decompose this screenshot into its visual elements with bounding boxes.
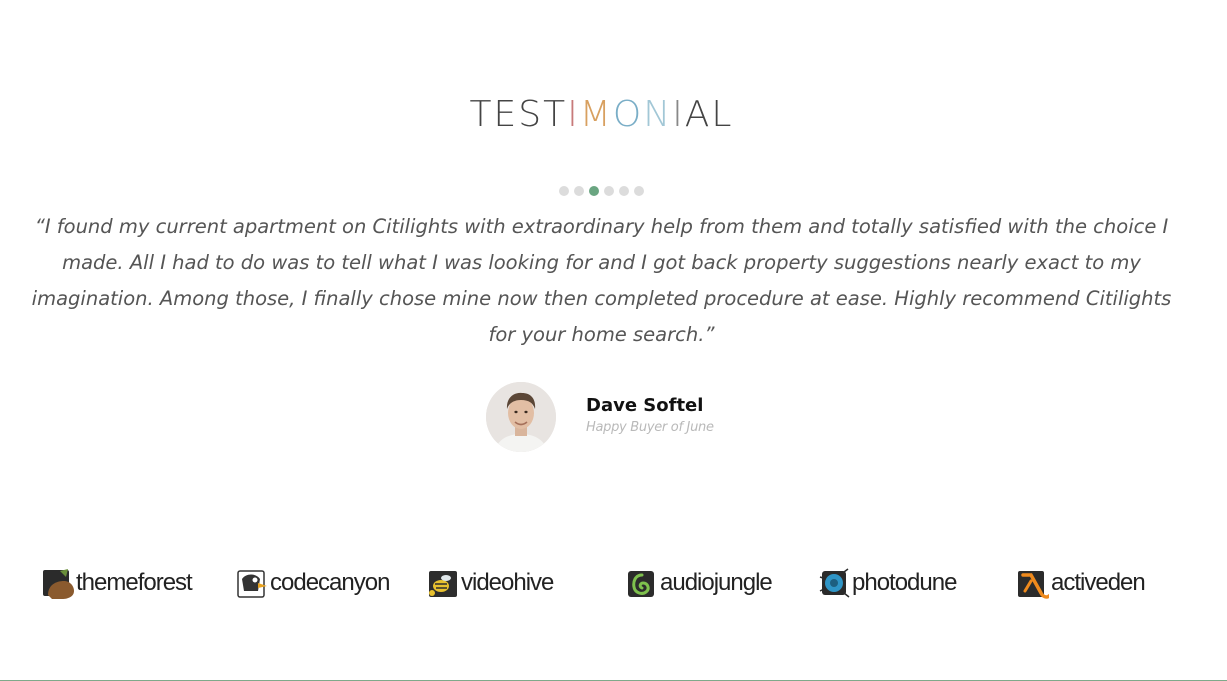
testimonial-author: Dave Softel Happy Buyer of June [486, 382, 714, 452]
codecanyon-logo-icon [237, 570, 267, 598]
title-char: M [579, 94, 613, 135]
themeforest-logo-icon [43, 569, 74, 599]
partner-name: audiojungle [660, 569, 773, 596]
title-char: S [518, 94, 544, 135]
author-role: Happy Buyer of June [586, 420, 714, 435]
carousel-dot[interactable] [604, 186, 614, 196]
title-char: I [567, 94, 580, 135]
title-char: I [672, 94, 685, 135]
partner-logos: themeforest codecanyon videohive audioju… [0, 563, 1227, 603]
title-char: E [493, 94, 519, 135]
title-char: T [543, 94, 568, 135]
section-title: TESTIMONIAL [0, 93, 1203, 137]
author-avatar [486, 382, 556, 452]
carousel-dot[interactable] [559, 186, 569, 196]
person-photo-icon [486, 382, 556, 452]
carousel-dot-active[interactable] [589, 186, 599, 196]
title-char: A [684, 94, 712, 135]
partner-link-audiojungle[interactable]: audiojungle [626, 563, 773, 603]
title-char: T [469, 94, 494, 135]
partner-name: videohive [461, 569, 554, 596]
testimonial-quote: “I found my current apartment on Citilig… [31, 215, 1172, 346]
partner-link-activeden[interactable]: activeden [1017, 563, 1146, 603]
carousel-dot[interactable] [634, 186, 644, 196]
photodune-logo-icon [819, 568, 850, 598]
partner-link-photodune[interactable]: photodune [818, 563, 957, 603]
videohive-logo-icon [429, 571, 457, 597]
title-char: L [711, 94, 734, 135]
partner-name: codecanyon [270, 569, 390, 596]
audiojungle-logo-icon [628, 571, 654, 597]
title-char: N [643, 94, 673, 135]
partner-name: photodune [852, 569, 957, 596]
activeden-logo-icon [1018, 571, 1049, 599]
partner-link-codecanyon[interactable]: codecanyon [236, 563, 390, 603]
carousel-dot[interactable] [619, 186, 629, 196]
carousel-pagination [559, 186, 644, 196]
partner-name: activeden [1051, 569, 1146, 596]
title-char: O [612, 94, 644, 135]
author-name: Dave Softel [586, 395, 704, 416]
partner-link-videohive[interactable]: videohive [427, 563, 554, 603]
carousel-dot[interactable] [574, 186, 584, 196]
partner-link-themeforest[interactable]: themeforest [42, 563, 193, 603]
partner-name: themeforest [76, 569, 193, 596]
